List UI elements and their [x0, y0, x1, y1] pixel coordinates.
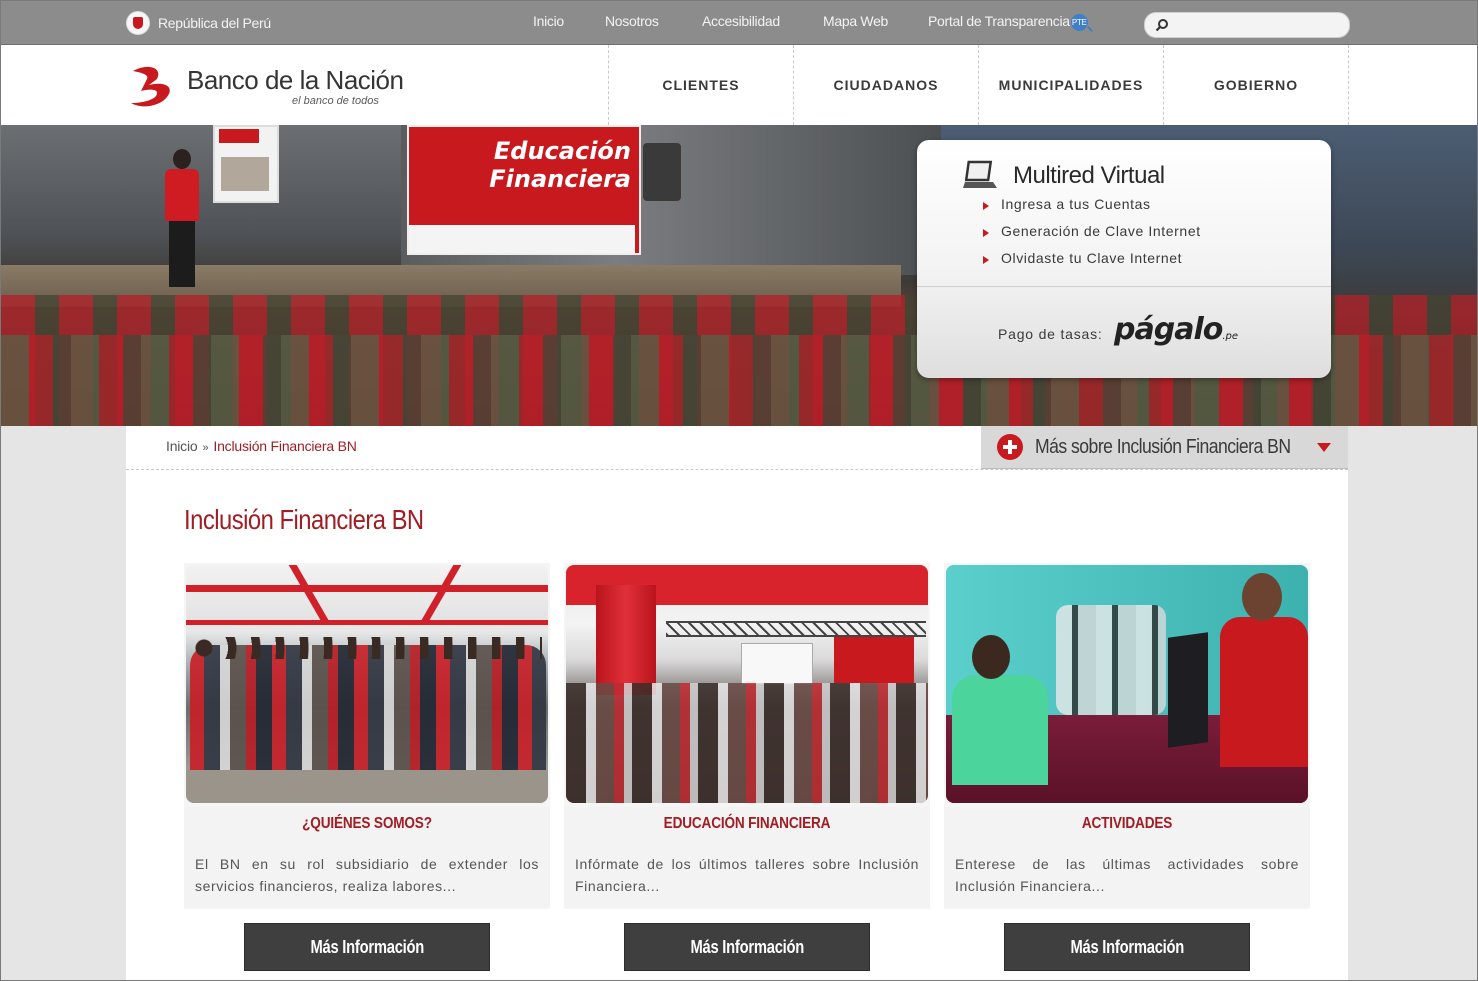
hero-banner-text: Educación Financiera — [489, 137, 631, 193]
hero-education-banner: Educación Financiera — [407, 125, 641, 255]
bn-logo-icon — [131, 66, 170, 107]
mas-informacion-button[interactable]: Más Información — [624, 923, 870, 971]
card-description: Enterese de las últimas actividades sobr… — [955, 856, 1299, 894]
mas-informacion-label: Más Información — [690, 937, 804, 957]
pagalo-brand: págalo — [1114, 312, 1223, 347]
top-link-inicio[interactable]: Inicio — [533, 13, 564, 29]
multired-virtual-box: Multired Virtual Ingresa a tus Cuentas G… — [917, 140, 1331, 378]
search-icon — [1155, 19, 1168, 32]
nav-ciudadanos[interactable]: CIUDADANOS — [793, 45, 978, 125]
top-link-portal-transparencia[interactable]: Portal de Transparencia PTE — [928, 13, 1088, 31]
card-title[interactable]: ¿QUIÉNES SOMOS? — [211, 815, 522, 833]
mas-informacion-label: Más Información — [310, 937, 424, 957]
top-link-accesibilidad[interactable]: Accesibilidad — [702, 13, 780, 29]
nav-gobierno[interactable]: GOBIERNO — [1163, 45, 1349, 125]
nav-municipalidades[interactable]: MUNICIPALIDADES — [978, 45, 1163, 125]
hero-banner-line-1: Educación — [493, 137, 631, 165]
top-link-nosotros[interactable]: Nosotros — [605, 13, 659, 29]
more-about-label: Más sobre Inclusión Financiera BN — [1035, 436, 1291, 458]
multired-divider — [917, 286, 1331, 288]
top-link-mapa-web[interactable]: Mapa Web — [823, 13, 888, 29]
plus-circle-icon — [997, 434, 1023, 460]
breadcrumb: Inicio » Inclusión Financiera BN — [166, 438, 357, 454]
pago-tasas-label: Pago de tasas: — [998, 326, 1103, 342]
card-description: El BN en su rol subsidiario de extender … — [195, 856, 539, 894]
multired-link-generacion-clave[interactable]: Generación de Clave Internet — [981, 223, 1201, 250]
portal-transparencia-label: Portal de Transparencia — [928, 13, 1070, 29]
hero-banner: Educación Financiera Multired Virtual In… — [1, 125, 1477, 426]
breadcrumb-home[interactable]: Inicio — [166, 438, 198, 454]
card-actividades: ACTIVIDADES Enterese de las últimas acti… — [944, 563, 1310, 980]
bn-logo[interactable]: Banco de la Nación el banco de todos — [127, 61, 404, 111]
browser-page: República del Perú Inicio Nosotros Acces… — [0, 0, 1478, 981]
top-bar: República del Perú Inicio Nosotros Acces… — [1, 1, 1477, 45]
nav-clientes[interactable]: CLIENTES — [608, 45, 793, 125]
hero-banner-line-2: Financiera — [489, 165, 631, 193]
pagalo-logo[interactable]: págalo.pe — [1114, 312, 1238, 347]
multired-title: Multired Virtual — [1013, 162, 1165, 189]
mas-informacion-button[interactable]: Más Información — [244, 923, 490, 971]
content-panel: Inicio » Inclusión Financiera BN Más sobre… — [126, 426, 1348, 980]
content-area: Inicio » Inclusión Financiera BN Más sobre… — [1, 426, 1477, 980]
more-about-dropdown[interactable]: Más sobre Inclusión Financiera BN — [981, 426, 1348, 469]
page-title: Inclusión Financiera BN — [184, 504, 424, 535]
breadcrumb-separator: » — [202, 442, 209, 454]
card-description: Infórmate de los últimos talleres sobre … — [575, 856, 919, 894]
multired-links: Ingresa a tus Cuentas Generación de Clav… — [981, 196, 1201, 277]
search-input[interactable] — [1173, 15, 1345, 35]
multired-link-olvidaste-clave[interactable]: Olvidaste tu Clave Internet — [981, 250, 1201, 277]
card-educacion-financiera: EDUCACIÓN FINANCIERA Infórmate de los úl… — [564, 563, 930, 980]
mas-informacion-button[interactable]: Más Información — [1004, 923, 1250, 971]
site-header: Banco de la Nación el banco de todos CLI… — [1, 45, 1477, 125]
transparency-search-icon: PTE — [1070, 13, 1088, 31]
card-photo-group[interactable] — [186, 565, 548, 803]
search-box[interactable] — [1144, 12, 1350, 38]
hero-presenter — [161, 149, 203, 289]
logo-tagline: el banco de todos — [292, 95, 379, 107]
multired-link-ingresa[interactable]: Ingresa a tus Cuentas — [981, 196, 1201, 223]
laptop-icon — [963, 160, 997, 188]
breadcrumb-divider — [126, 469, 1348, 470]
card-photo-activity[interactable] — [946, 565, 1308, 803]
card-title[interactable]: ACTIVIDADES — [971, 815, 1282, 833]
caret-down-icon — [1317, 443, 1331, 452]
mas-informacion-label: Más Información — [1070, 937, 1184, 957]
logo-name: Banco de la Nación — [187, 65, 404, 95]
hero-speaker — [643, 143, 681, 201]
card-quienes-somos: ¿QUIÉNES SOMOS? El BN en su rol subsidia… — [184, 563, 550, 980]
pagalo-suffix: .pe — [1222, 331, 1239, 342]
hero-poster — [213, 125, 279, 203]
card-title[interactable]: EDUCACIÓN FINANCIERA — [591, 815, 902, 833]
breadcrumb-current: Inclusión Financiera BN — [213, 438, 357, 454]
card-photo-workshop[interactable] — [566, 565, 928, 803]
